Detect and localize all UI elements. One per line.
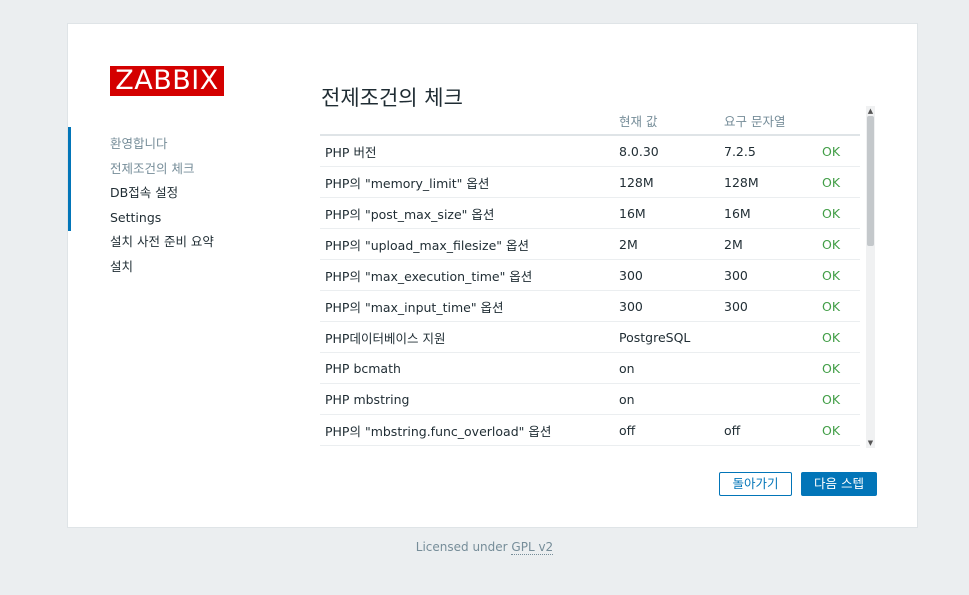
row-status: OK bbox=[817, 135, 860, 167]
gpl-license-link[interactable]: GPL v2 bbox=[511, 540, 554, 555]
row-required: 128M bbox=[719, 166, 817, 198]
row-status: OK bbox=[817, 383, 860, 415]
header-name bbox=[320, 106, 614, 136]
row-current: 8.0.30 bbox=[614, 135, 719, 167]
prerequisites-table: 현재 값 요구 문자열 PHP 버전 8.0.30 7.2.5 OK PHP의 … bbox=[320, 106, 860, 446]
row-name: PHP 버전 bbox=[320, 135, 614, 167]
row-current: on bbox=[614, 352, 719, 384]
table-row: PHP bcmath on OK bbox=[320, 352, 860, 384]
row-required bbox=[719, 383, 817, 415]
setup-steps-nav: 환영합니다 전제조건의 체크 DB접속 설정 Settings 설치 사전 준비… bbox=[68, 127, 268, 280]
row-status: OK bbox=[817, 290, 860, 322]
nav-step-db-connection: DB접속 설정 bbox=[110, 185, 179, 201]
scroll-thumb[interactable] bbox=[867, 116, 874, 246]
row-required: 2M bbox=[719, 228, 817, 260]
row-current: 128M bbox=[614, 166, 719, 198]
row-name: PHP의 "post_max_size" 옵션 bbox=[320, 197, 614, 229]
back-button[interactable]: 돌아가기 bbox=[719, 472, 792, 496]
row-name: PHP bcmath bbox=[320, 352, 614, 384]
zabbix-logo: ZABBIX bbox=[110, 66, 224, 96]
nav-step-settings: Settings bbox=[110, 209, 162, 225]
nav-step-welcome: 환영합니다 bbox=[68, 127, 268, 181]
row-required: off bbox=[719, 414, 817, 446]
table-row: PHP의 "max_execution_time" 옵션 300 300 OK bbox=[320, 259, 860, 291]
table-row: PHP의 "post_max_size" 옵션 16M 16M OK bbox=[320, 197, 860, 229]
table-row: PHP mbstring on OK bbox=[320, 383, 860, 415]
table-row: PHP의 "max_input_time" 옵션 300 300 OK bbox=[320, 290, 860, 322]
row-name: PHP데이터베이스 지원 bbox=[320, 321, 614, 353]
nav-step-prerequisites: 전제조건의 체크 bbox=[68, 154, 268, 230]
next-step-button[interactable]: 다음 스텝 bbox=[801, 472, 877, 496]
table-row: PHP의 "mbstring.func_overload" 옵션 off off… bbox=[320, 414, 860, 446]
row-current: on bbox=[614, 383, 719, 415]
scroll-up-arrow-icon[interactable]: ▲ bbox=[866, 106, 875, 116]
row-status: OK bbox=[817, 197, 860, 229]
row-current: 2M bbox=[614, 228, 719, 260]
row-current: 300 bbox=[614, 290, 719, 322]
row-required: 300 bbox=[719, 259, 817, 291]
row-name: PHP mbstring bbox=[320, 383, 614, 415]
table-row: PHP데이터베이스 지원 PostgreSQL OK bbox=[320, 321, 860, 353]
table-row: PHP의 "upload_max_filesize" 옵션 2M 2M OK bbox=[320, 228, 860, 260]
row-name: PHP의 "max_input_time" 옵션 bbox=[320, 290, 614, 322]
nav-step-summary: 설치 사전 준비 요약 bbox=[110, 234, 214, 250]
header-status bbox=[817, 106, 860, 136]
row-current: off bbox=[614, 414, 719, 446]
row-status: OK bbox=[817, 166, 860, 198]
row-current: 300 bbox=[614, 259, 719, 291]
prerequisites-table-container[interactable]: 현재 값 요구 문자열 PHP 버전 8.0.30 7.2.5 OK PHP의 … bbox=[320, 106, 875, 448]
row-name: PHP의 "mbstring.func_overload" 옵션 bbox=[320, 414, 614, 446]
row-required: 16M bbox=[719, 197, 817, 229]
row-required bbox=[719, 352, 817, 384]
scroll-down-arrow-icon[interactable]: ▼ bbox=[866, 438, 875, 448]
row-status: OK bbox=[817, 228, 860, 260]
row-status: OK bbox=[817, 352, 860, 384]
row-status: OK bbox=[817, 414, 860, 446]
row-required bbox=[719, 321, 817, 353]
row-current: PostgreSQL bbox=[614, 321, 719, 353]
row-status: OK bbox=[817, 321, 860, 353]
setup-panel: ZABBIX 환영합니다 전제조건의 체크 DB접속 설정 Settings 설… bbox=[67, 23, 918, 528]
nav-step-install: 설치 bbox=[110, 258, 134, 274]
row-name: PHP의 "upload_max_filesize" 옵션 bbox=[320, 228, 614, 260]
row-status: OK bbox=[817, 259, 860, 291]
row-name: PHP의 "max_execution_time" 옵션 bbox=[320, 259, 614, 291]
row-required: 300 bbox=[719, 290, 817, 322]
table-header-row: 현재 값 요구 문자열 bbox=[320, 106, 860, 136]
license-footer: Licensed under GPL v2 bbox=[0, 540, 969, 555]
row-name: PHP의 "memory_limit" 옵션 bbox=[320, 166, 614, 198]
header-required: 요구 문자열 bbox=[719, 106, 817, 136]
header-current-value: 현재 값 bbox=[614, 106, 719, 136]
table-row: PHP 버전 8.0.30 7.2.5 OK bbox=[320, 135, 860, 167]
row-required: 7.2.5 bbox=[719, 135, 817, 167]
table-scrollbar[interactable]: ▲ ▼ bbox=[866, 106, 875, 448]
license-text: Licensed under bbox=[415, 540, 512, 554]
table-row: PHP의 "memory_limit" 옵션 128M 128M OK bbox=[320, 166, 860, 198]
row-current: 16M bbox=[614, 197, 719, 229]
